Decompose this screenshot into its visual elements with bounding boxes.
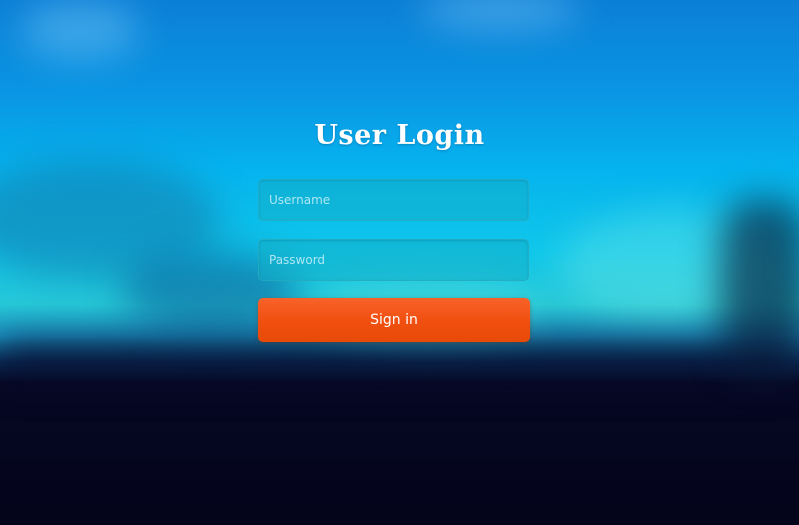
background-blur-highlight — [20, 0, 140, 60]
background-horizon — [0, 340, 799, 380]
password-input[interactable] — [258, 239, 529, 281]
login-title: User Login — [314, 120, 485, 151]
username-input[interactable] — [258, 179, 529, 221]
sign-in-button[interactable]: Sign in — [258, 298, 530, 342]
background-blur-highlight — [420, 0, 580, 30]
